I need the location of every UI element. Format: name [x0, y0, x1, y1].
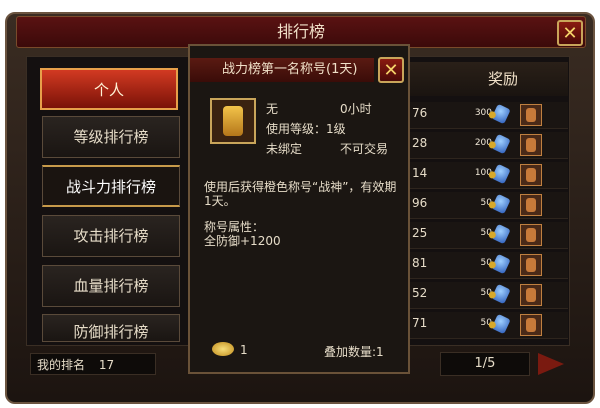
- item-bind-state: 无: [266, 102, 279, 116]
- row-value: 25: [412, 226, 428, 240]
- reward-row: 52 50: [408, 282, 568, 309]
- reward-item-icon[interactable]: [520, 164, 542, 186]
- row-value: 76: [412, 106, 428, 120]
- gem-amount: 50: [480, 198, 492, 208]
- gem-amount: 50: [480, 288, 492, 298]
- reward-item-icon[interactable]: [520, 314, 542, 336]
- nav-level-ranking[interactable]: 等级排行榜: [42, 116, 180, 158]
- nav-hp-ranking[interactable]: 血量排行榜: [42, 265, 180, 307]
- gem-icon: [491, 313, 511, 335]
- nav-attack-ranking[interactable]: 攻击排行榜: [42, 215, 180, 257]
- item-duration: 0小时: [340, 102, 372, 116]
- item-price: 1: [240, 343, 248, 357]
- attribute-value: 全防御+1200: [204, 234, 281, 248]
- item-use-level: 使用等级：1级: [266, 122, 346, 136]
- reward-row: 81 50: [408, 252, 568, 279]
- gem-amount: 50: [480, 258, 492, 268]
- row-value: 81: [412, 256, 428, 270]
- reward-item-icon[interactable]: [520, 254, 542, 276]
- row-value: 71: [412, 316, 428, 330]
- reward-row: 14 100: [408, 162, 568, 189]
- close-window-button[interactable]: ✕: [557, 20, 583, 46]
- gem-icon: [491, 193, 511, 215]
- row-value: 96: [412, 196, 428, 210]
- nav-personal[interactable]: 个人: [40, 68, 178, 110]
- stack-count: 叠加数量:1: [324, 345, 384, 359]
- my-rank-label: 我的排名: [37, 358, 86, 372]
- gem-amount: 50: [480, 318, 492, 328]
- my-rank-value: 17: [98, 358, 115, 372]
- row-value: 52: [412, 286, 428, 300]
- reward-row: 25 50: [408, 222, 568, 249]
- reward-row: 71 50: [408, 312, 568, 339]
- reward-header: 奖励: [408, 62, 568, 96]
- next-page-arrow-icon[interactable]: [538, 353, 564, 375]
- gem-icon: [491, 163, 511, 185]
- gem-icon: [491, 223, 511, 245]
- gem-icon: [491, 253, 511, 275]
- reward-item-icon[interactable]: [520, 194, 542, 216]
- page-indicator: 1/5: [440, 352, 530, 376]
- gem-icon: [491, 103, 511, 125]
- nav-defense-ranking[interactable]: 防御排行榜: [42, 314, 180, 342]
- gem-amount: 50: [480, 228, 492, 238]
- nav-power-ranking[interactable]: 战斗力排行榜: [42, 165, 180, 207]
- coin-icon: [212, 342, 234, 356]
- gem-icon: [491, 283, 511, 305]
- reward-item-icon[interactable]: [520, 104, 542, 126]
- item-tradable: 不可交易: [340, 142, 389, 156]
- item-tooltip: [188, 44, 410, 374]
- gem-amount: 100: [474, 168, 492, 178]
- gem-icon: [491, 133, 511, 155]
- reward-row: 96 50: [408, 192, 568, 219]
- item-binding: 未绑定: [266, 142, 303, 156]
- gem-amount: 200: [474, 138, 492, 148]
- reward-row: 76 300: [408, 102, 568, 129]
- reward-row: 28 200: [408, 132, 568, 159]
- row-value: 14: [412, 166, 428, 180]
- gem-amount: 300: [474, 108, 492, 118]
- row-value: 28: [412, 136, 428, 150]
- reward-item-icon[interactable]: [520, 134, 542, 156]
- item-description: 使用后获得橙色称号“战神”，有效期1天。: [204, 180, 397, 208]
- tooltip-close-button[interactable]: ✕: [378, 57, 404, 83]
- my-rank: 我的排名 17: [30, 353, 156, 375]
- reward-item-icon[interactable]: [520, 284, 542, 306]
- title-item-icon: [210, 98, 256, 144]
- tooltip-title: 战力榜第一名称号(1天): [190, 58, 374, 82]
- reward-item-icon[interactable]: [520, 224, 542, 246]
